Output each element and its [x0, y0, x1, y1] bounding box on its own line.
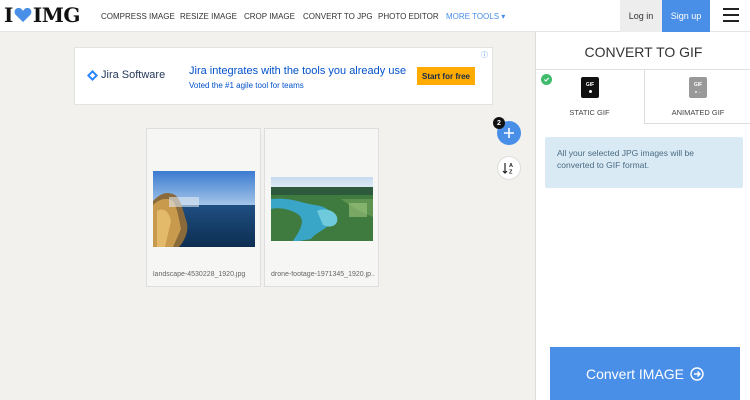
file-count-badge: 2 — [493, 117, 505, 129]
option-animated-gif-label: ANIMATED GIF — [671, 108, 725, 117]
nav-more-tools[interactable]: MORE TOOLS ▾ — [446, 12, 505, 21]
signup-button[interactable]: Sign up — [662, 0, 710, 32]
file-card[interactable]: landscape-4530228_1920.jpg — [146, 128, 261, 287]
jira-logo: Jira Software — [87, 69, 165, 81]
svg-text:A: A — [509, 163, 513, 169]
logo-i: I — [4, 3, 13, 27]
options-sidebar: CONVERT TO GIF GIF STATIC GIF GIF ●→ ANI… — [535, 32, 750, 400]
login-button[interactable]: Log in — [620, 0, 662, 32]
jira-brand-text: Jira Software — [101, 69, 166, 81]
convert-button[interactable]: Convert IMAGE — [550, 347, 740, 400]
file-card[interactable]: drone-footage-1971345_1920.jp... — [264, 128, 379, 287]
iloveimg-logo[interactable]: I IMG — [4, 3, 80, 27]
ad-info-icon[interactable]: ⓘ — [481, 50, 488, 60]
static-gif-icon-text: GIF — [585, 82, 595, 88]
nav-compress-image[interactable]: COMPRESS IMAGE — [101, 12, 175, 21]
nav-crop-image[interactable]: CROP IMAGE — [244, 12, 295, 21]
file-name: drone-footage-1971345_1920.jp... — [271, 271, 375, 278]
hamburger-menu-icon[interactable] — [723, 8, 739, 22]
file-thumbnail — [153, 171, 255, 247]
svg-text:Z: Z — [509, 170, 513, 176]
convert-button-label: Convert IMAGE — [585, 365, 685, 382]
ad-cta-button[interactable]: Start for free — [417, 67, 475, 85]
file-name: landscape-4530228_1920.jpg — [153, 271, 246, 278]
logo-img: IMG — [32, 3, 81, 27]
option-static-gif[interactable]: GIF STATIC GIF — [536, 70, 643, 124]
check-icon — [541, 74, 552, 85]
file-thumbnail — [271, 177, 373, 241]
animated-gif-icon: GIF ●→ — [689, 77, 707, 98]
top-navbar: I IMG COMPRESS IMAGE RESIZE IMAGE CROP I… — [0, 0, 750, 32]
nav-convert-to-jpg[interactable]: CONVERT TO JPG — [303, 12, 373, 21]
sort-button[interactable]: A Z — [497, 156, 521, 180]
plus-icon — [504, 128, 514, 138]
static-gif-icon: GIF — [581, 77, 599, 98]
info-note: All your selected JPG images will be con… — [545, 137, 743, 188]
nav-resize-image[interactable]: RESIZE IMAGE — [180, 12, 237, 21]
sort-az-icon: A Z — [502, 163, 513, 176]
jira-diamond-icon — [87, 69, 98, 81]
ad-subline: Voted the #1 agile tool for teams — [189, 81, 304, 90]
option-static-gif-label: STATIC GIF — [569, 108, 610, 117]
ad-banner[interactable]: ⓘ Jira Software Jira integrates with the… — [74, 47, 493, 105]
nav-photo-editor[interactable]: PHOTO EDITOR — [378, 12, 439, 21]
arrow-right-circle-icon — [690, 366, 704, 381]
animated-gif-icon-text: GIF — [693, 81, 703, 88]
heart-icon — [14, 7, 32, 23]
option-animated-gif[interactable]: GIF ●→ ANIMATED GIF — [644, 70, 750, 124]
ad-headline: Jira integrates with the tools you alrea… — [189, 65, 407, 77]
sidebar-title: CONVERT TO GIF — [584, 44, 703, 60]
